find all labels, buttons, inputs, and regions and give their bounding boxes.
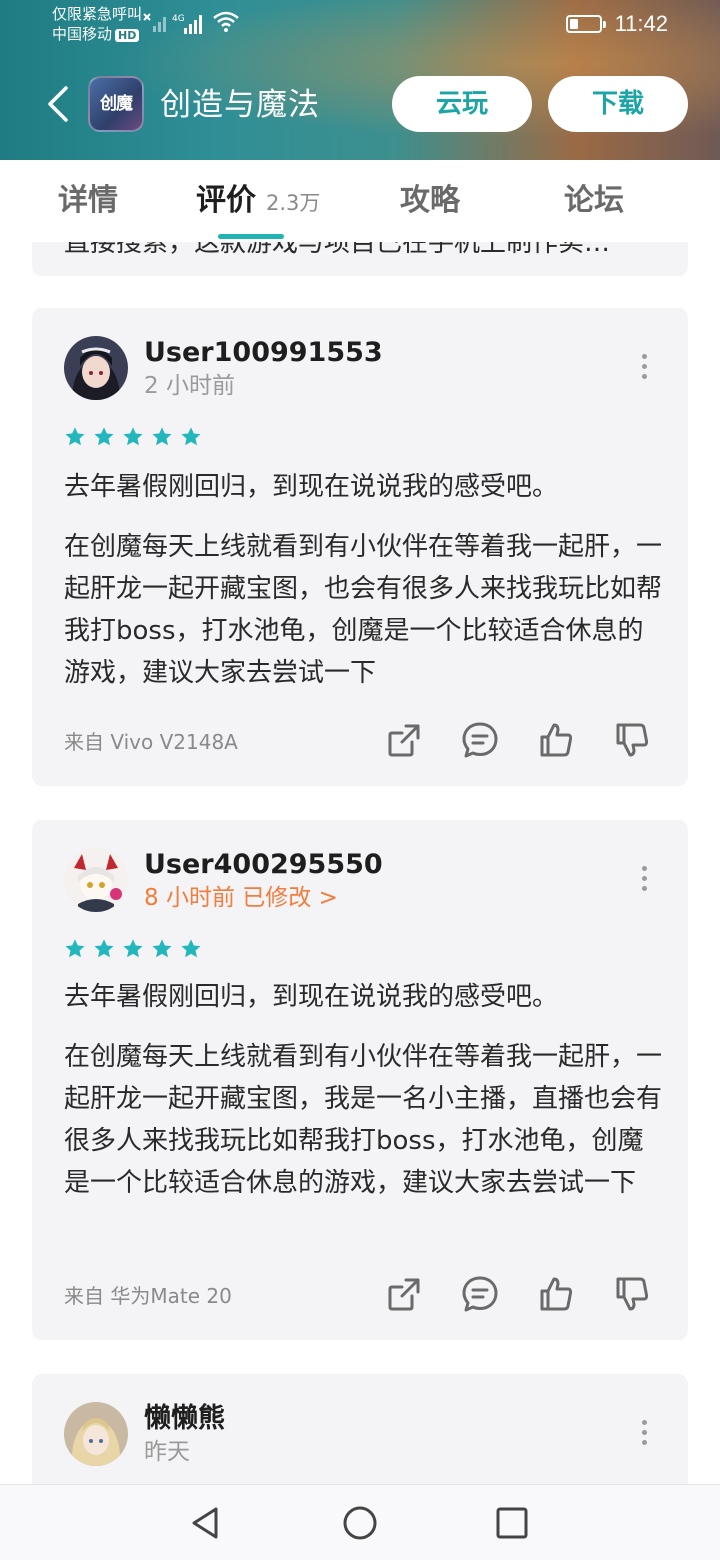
nav-back-icon[interactable] — [186, 1503, 226, 1543]
carrier-line-name: 中国移动 — [52, 25, 113, 43]
review-device: 来自 Vivo V2148A — [64, 730, 238, 754]
star-icon — [151, 426, 173, 448]
carrier-line-emergency: 仅限紧急呼叫 — [52, 5, 143, 23]
review-device: 来自 华为Mate 20 — [64, 1284, 232, 1308]
review-username[interactable]: User100991553 — [144, 334, 383, 372]
avatar[interactable] — [64, 848, 128, 912]
tab-forum[interactable]: 论坛 — [564, 180, 624, 222]
svg-text:4G: 4G — [172, 14, 185, 24]
star-icon — [93, 426, 115, 448]
nav-home-icon[interactable] — [340, 1503, 380, 1543]
app-title: 创造与魔法 — [160, 87, 320, 123]
review-username[interactable]: User400295550 — [144, 846, 383, 884]
app-icon[interactable]: 创魔 — [88, 76, 144, 132]
star-rating — [64, 426, 209, 448]
review-card: User100991553 2 小时前 去年暑假刚回归，到现在说说我的感受吧。 … — [32, 308, 688, 786]
review-paragraph: 去年暑假刚回归，到现在说说我的感受吧。 — [64, 982, 559, 1012]
system-nav-bar — [0, 1484, 720, 1560]
app-header: 仅限紧急呼叫 中国移动 HD 4G 11:42 创魔 创造与魔法 云玩 下载 — [0, 0, 720, 160]
tab-details[interactable]: 详情 — [58, 180, 118, 222]
status-bar: 仅限紧急呼叫 中国移动 HD 4G 11:42 — [0, 0, 720, 52]
thumbs-up-icon[interactable] — [536, 1274, 576, 1314]
star-icon — [93, 938, 115, 960]
avatar[interactable] — [64, 1402, 128, 1466]
star-icon — [180, 426, 202, 448]
active-tab-indicator — [218, 234, 284, 239]
review-time: 昨天 — [144, 1439, 190, 1465]
avatar[interactable] — [64, 336, 128, 400]
more-options-icon[interactable] — [640, 1420, 648, 1446]
review-card: User400295550 8 小时前 已修改 > 去年暑假刚回归，到现在说说我… — [32, 820, 688, 1340]
thumbs-up-icon[interactable] — [536, 720, 576, 760]
comment-icon[interactable] — [460, 1274, 500, 1314]
review-paragraph: 在创魔每天上线就看到有小伙伴在等着我一起肝，一起肝龙一起开藏宝图，也会有很多人来… — [64, 532, 663, 688]
star-icon — [122, 938, 144, 960]
review-count: 2.3万 — [266, 191, 321, 215]
review-actions — [384, 1274, 652, 1314]
star-icon — [64, 426, 86, 448]
tab-reviews-label: 评价 — [196, 183, 256, 218]
star-icon — [180, 938, 202, 960]
share-icon[interactable] — [384, 1274, 424, 1314]
more-options-icon[interactable] — [640, 866, 648, 892]
thumbs-down-icon[interactable] — [612, 1274, 652, 1314]
download-button[interactable]: 下载 — [548, 76, 688, 132]
review-username[interactable]: 懒懒熊 — [144, 1400, 225, 1438]
star-rating — [64, 938, 209, 960]
star-icon — [64, 938, 86, 960]
review-time-text: 8 小时前 — [144, 885, 235, 911]
star-icon — [122, 426, 144, 448]
review-paragraph: 在创魔每天上线就看到有小伙伴在等着我一起肝，一起肝龙一起开藏宝图，我是一名小主播… — [64, 1042, 663, 1198]
hd-badge: HD — [115, 29, 140, 42]
signal-4g-icon: 4G — [172, 14, 202, 34]
tab-bar: 详情 评价 2.3万 攻略 论坛 — [0, 160, 720, 242]
star-icon — [151, 938, 173, 960]
carrier-info: 仅限紧急呼叫 中国移动 HD — [52, 4, 142, 44]
nav-recents-icon[interactable] — [492, 1503, 532, 1543]
review-paragraph: 去年暑假刚回归，到现在说说我的感受吧。 — [64, 472, 559, 502]
status-time: 11:42 — [614, 11, 668, 36]
review-time: 8 小时前 已修改 > — [144, 882, 338, 914]
battery-icon — [566, 15, 606, 33]
review-time: 2 小时前 — [144, 373, 235, 399]
share-icon[interactable] — [384, 720, 424, 760]
signal-x-icon — [143, 13, 166, 32]
cloud-play-button[interactable]: 云玩 — [392, 76, 532, 132]
wifi-icon — [213, 11, 239, 32]
thumbs-down-icon[interactable] — [612, 720, 652, 760]
tab-reviews[interactable]: 评价 2.3万 — [196, 180, 320, 224]
review-actions — [384, 720, 652, 760]
more-options-icon[interactable] — [640, 354, 648, 380]
comment-icon[interactable] — [460, 720, 500, 760]
tab-guides[interactable]: 攻略 — [400, 180, 460, 222]
back-arrow-icon[interactable] — [40, 84, 80, 124]
edited-link[interactable]: 已修改 > — [242, 885, 338, 911]
